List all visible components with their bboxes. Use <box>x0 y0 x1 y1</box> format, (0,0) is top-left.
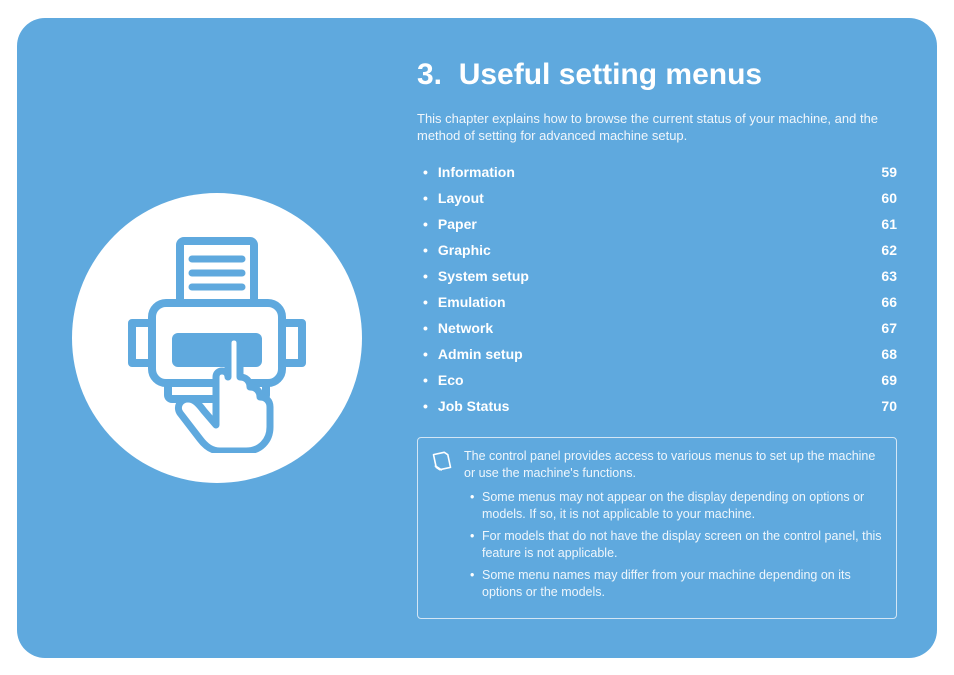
toc-label: Paper <box>438 216 477 232</box>
printer-touch-icon <box>72 193 362 483</box>
note-bullets: Some menus may not appear on the display… <box>464 489 882 602</box>
toc-label: Emulation <box>438 294 506 310</box>
toc-label: Admin setup <box>438 346 523 362</box>
toc-item[interactable]: Job Status 70 <box>417 393 897 419</box>
toc-item[interactable]: Paper 61 <box>417 211 897 237</box>
chapter-intro: This chapter explains how to browse the … <box>417 110 897 145</box>
toc-label: Network <box>438 320 493 336</box>
toc-page: 60 <box>867 190 897 206</box>
manual-page: 3. Useful setting menus This chapter exp… <box>17 18 937 658</box>
note-box: The control panel provides access to var… <box>417 437 897 619</box>
toc-page: 61 <box>867 216 897 232</box>
toc-item[interactable]: Admin setup 68 <box>417 341 897 367</box>
toc-label: Graphic <box>438 242 491 258</box>
toc-item[interactable]: System setup 63 <box>417 263 897 289</box>
toc-item[interactable]: Information 59 <box>417 159 897 185</box>
chapter-number: 3. <box>417 58 442 91</box>
toc-page: 62 <box>867 242 897 258</box>
toc-item[interactable]: Network 67 <box>417 315 897 341</box>
content-column: 3. Useful setting menus This chapter exp… <box>387 48 897 628</box>
toc-page: 69 <box>867 372 897 388</box>
toc-page: 67 <box>867 320 897 336</box>
toc-label: Information <box>438 164 515 180</box>
chapter-title: 3. Useful setting menus <box>417 58 897 92</box>
toc-page: 70 <box>867 398 897 414</box>
toc-label: Layout <box>438 190 484 206</box>
toc-label: Eco <box>438 372 464 388</box>
chapter-title-text: Useful setting menus <box>459 58 762 91</box>
toc-label: Job Status <box>438 398 510 414</box>
toc-label: System setup <box>438 268 529 284</box>
toc-item[interactable]: Graphic 62 <box>417 237 897 263</box>
toc-item[interactable]: Eco 69 <box>417 367 897 393</box>
note-bullet: Some menus may not appear on the display… <box>464 489 882 524</box>
note-bullet: Some menu names may differ from your mac… <box>464 567 882 602</box>
toc-item[interactable]: Layout 60 <box>417 185 897 211</box>
note-content: The control panel provides access to var… <box>464 448 882 606</box>
toc-page: 63 <box>867 268 897 284</box>
toc-page: 66 <box>867 294 897 310</box>
toc-page: 59 <box>867 164 897 180</box>
toc-list: Information 59 Layout 60 Paper 61 Graphi… <box>417 159 897 419</box>
toc-page: 68 <box>867 346 897 362</box>
note-lead: The control panel provides access to var… <box>464 448 882 483</box>
note-icon <box>432 448 452 606</box>
toc-item[interactable]: Emulation 66 <box>417 289 897 315</box>
illustration-column <box>47 48 387 628</box>
note-bullet: For models that do not have the display … <box>464 528 882 563</box>
